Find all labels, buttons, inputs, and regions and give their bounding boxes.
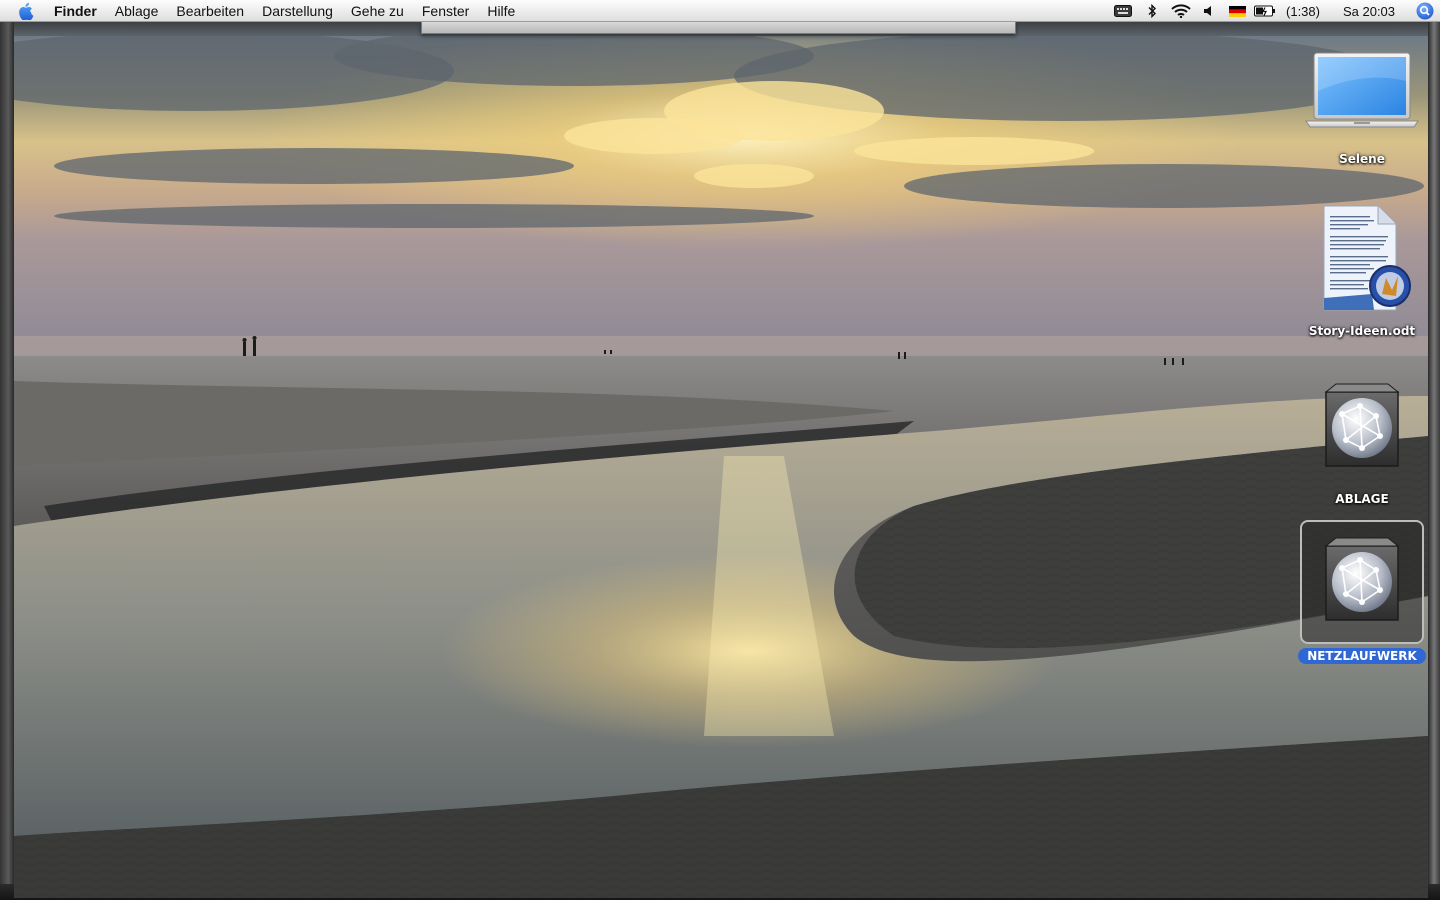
desktop: Selene Story-Ideen.odt ABLAGE NETZLAUFWE… bbox=[0, 22, 1440, 900]
menubar-clock[interactable]: Sa 20:03 bbox=[1328, 0, 1410, 22]
desktop-icon-label: NETZLAUFWERK bbox=[1298, 648, 1426, 664]
wallpaper-frame-right bbox=[1428, 22, 1440, 900]
document-icon bbox=[1302, 192, 1422, 320]
keyboard-icon[interactable] bbox=[1108, 0, 1138, 22]
battery-icon[interactable] bbox=[1252, 0, 1278, 22]
laptop-icon bbox=[1302, 38, 1422, 148]
background-window-edge[interactable] bbox=[421, 22, 1016, 34]
menu-bar: Finder Ablage Bearbeiten Darstellung Geh… bbox=[0, 0, 1440, 22]
menu-darstellung[interactable]: Darstellung bbox=[253, 0, 342, 22]
desktop-icon-netzlaufwerk[interactable]: NETZLAUFWERK bbox=[1298, 520, 1426, 664]
network-volume-icon bbox=[1302, 368, 1422, 488]
volume-icon[interactable] bbox=[1196, 0, 1222, 22]
desktop-icon-label: Story-Ideen.odt bbox=[1308, 324, 1416, 338]
wallpaper-frame-left bbox=[0, 22, 14, 900]
spotlight-icon[interactable] bbox=[1410, 0, 1440, 22]
menu-gehe-zu[interactable]: Gehe zu bbox=[342, 0, 413, 22]
network-volume-icon bbox=[1300, 520, 1424, 644]
desktop-icon-story-ideen[interactable]: Story-Ideen.odt bbox=[1298, 192, 1426, 339]
desktop-icon-ablage[interactable]: ABLAGE bbox=[1298, 368, 1426, 507]
desktop-icon-label: Selene bbox=[1339, 152, 1385, 166]
battery-time[interactable]: (1:38) bbox=[1278, 0, 1328, 22]
german-flag-icon[interactable] bbox=[1222, 0, 1252, 22]
menu-finder[interactable]: Finder bbox=[54, 0, 106, 22]
desktop-wallpaper bbox=[14, 36, 1428, 898]
menu-bearbeiten[interactable]: Bearbeiten bbox=[167, 0, 253, 22]
bluetooth-icon[interactable] bbox=[1138, 0, 1166, 22]
apple-icon[interactable] bbox=[0, 0, 54, 22]
menu-fenster[interactable]: Fenster bbox=[413, 0, 478, 22]
desktop-icon-selene[interactable]: Selene bbox=[1298, 38, 1426, 167]
menu-ablage[interactable]: Ablage bbox=[106, 0, 168, 22]
desktop-icon-label: ABLAGE bbox=[1335, 492, 1389, 506]
menu-hilfe[interactable]: Hilfe bbox=[478, 0, 524, 22]
wifi-icon[interactable] bbox=[1166, 0, 1196, 22]
